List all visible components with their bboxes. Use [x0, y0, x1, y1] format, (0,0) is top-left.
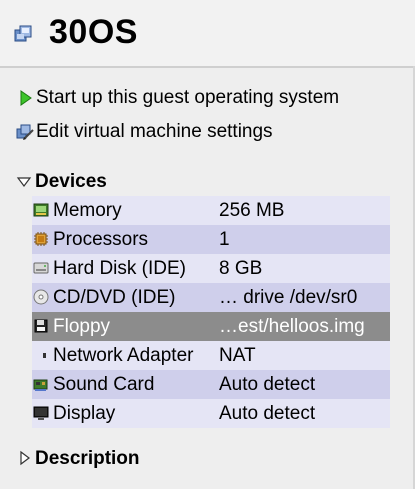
hard-disk-icon: [33, 262, 49, 274]
device-row-cd-dvd[interactable]: CD/DVD (IDE) … drive /dev/sr0: [32, 283, 390, 312]
sound-card-icon: [33, 379, 48, 391]
device-name: Sound Card: [53, 373, 155, 395]
floppy-icon: [34, 319, 48, 333]
device-name: Network Adapter: [53, 344, 194, 366]
device-row-display[interactable]: Display Auto detect: [32, 399, 390, 428]
collapsed-triangle-icon: [20, 450, 30, 466]
expanded-triangle-icon: [16, 177, 32, 187]
device-value: …est/helloos.img: [219, 315, 365, 337]
device-value: 8 GB: [219, 257, 263, 279]
devices-heading: Devices: [35, 171, 107, 192]
edit-settings-icon: [16, 124, 34, 140]
device-row-processors[interactable]: Processors 1: [32, 225, 390, 254]
edit-vm-settings-button[interactable]: Edit virtual machine settings: [15, 120, 273, 144]
device-row-floppy[interactable]: Floppy …est/helloos.img: [32, 312, 390, 341]
device-name: Floppy: [53, 315, 111, 337]
virtual-machine-icon: [14, 25, 32, 42]
processor-icon: [34, 232, 48, 246]
start-vm-label: Start up this guest operating system: [36, 87, 340, 108]
device-value: … drive /dev/sr0: [219, 286, 358, 308]
description-heading: Description: [35, 448, 140, 469]
memory-chip-icon: [33, 203, 49, 217]
vm-header: 30OS: [0, 0, 415, 66]
device-value: NAT: [219, 344, 256, 366]
device-value: Auto detect: [219, 373, 316, 395]
device-value: 256 MB: [219, 199, 285, 221]
device-row-network-adapter[interactable]: Network Adapter NAT: [32, 341, 390, 370]
display-icon: [33, 406, 49, 420]
device-row-hard-disk[interactable]: Hard Disk (IDE) 8 GB: [32, 254, 390, 283]
device-value: 1: [219, 228, 230, 250]
device-value: Auto detect: [219, 402, 316, 424]
device-row-memory[interactable]: Memory 256 MB: [32, 196, 390, 225]
device-name: Memory: [53, 199, 122, 221]
edit-vm-settings-label: Edit virtual machine settings: [36, 121, 273, 142]
cd-dvd-icon: [33, 289, 49, 305]
device-name: Display: [53, 402, 116, 424]
play-arrow-icon: [20, 90, 32, 106]
network-adapter-icon: [43, 353, 46, 358]
start-vm-button[interactable]: Start up this guest operating system: [15, 86, 339, 110]
header-separator: [0, 66, 415, 68]
device-name: CD/DVD (IDE): [53, 286, 176, 308]
devices-section-toggle[interactable]: Devices: [15, 170, 107, 194]
vm-title: 30OS: [49, 13, 138, 51]
devices-table: Memory 256 MB Processors 1 Hard Disk (ID…: [32, 196, 390, 428]
description-section-toggle[interactable]: Description: [15, 447, 140, 471]
device-name: Processors: [53, 228, 149, 250]
device-name: Hard Disk (IDE): [53, 257, 187, 279]
device-row-sound-card[interactable]: Sound Card Auto detect: [32, 370, 390, 399]
